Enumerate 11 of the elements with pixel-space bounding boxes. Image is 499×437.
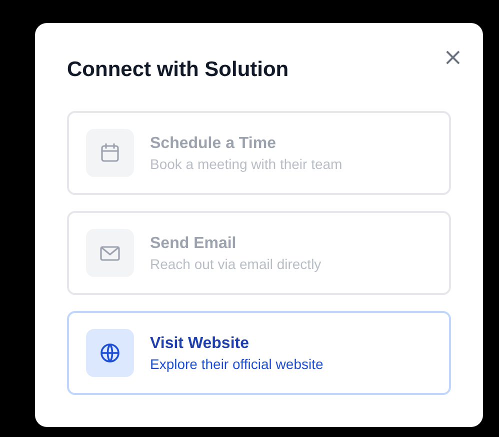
option-title: Visit Website (150, 334, 250, 352)
calendar-icon (98, 141, 122, 165)
globe-icon (98, 341, 122, 365)
dialog-title: Connect with Solution (67, 57, 289, 83)
option-title: Schedule a Time (150, 134, 277, 152)
option-card[interactable]: Visit Website Explore their official website (67, 311, 451, 395)
option-description: Explore their official website (150, 356, 324, 372)
option-title: Send Email (150, 234, 238, 252)
option-description: Reach out via email directly (150, 256, 322, 272)
option-description: Book a meeting with their team (150, 156, 342, 172)
close-button[interactable]: × (440, 47, 465, 67)
